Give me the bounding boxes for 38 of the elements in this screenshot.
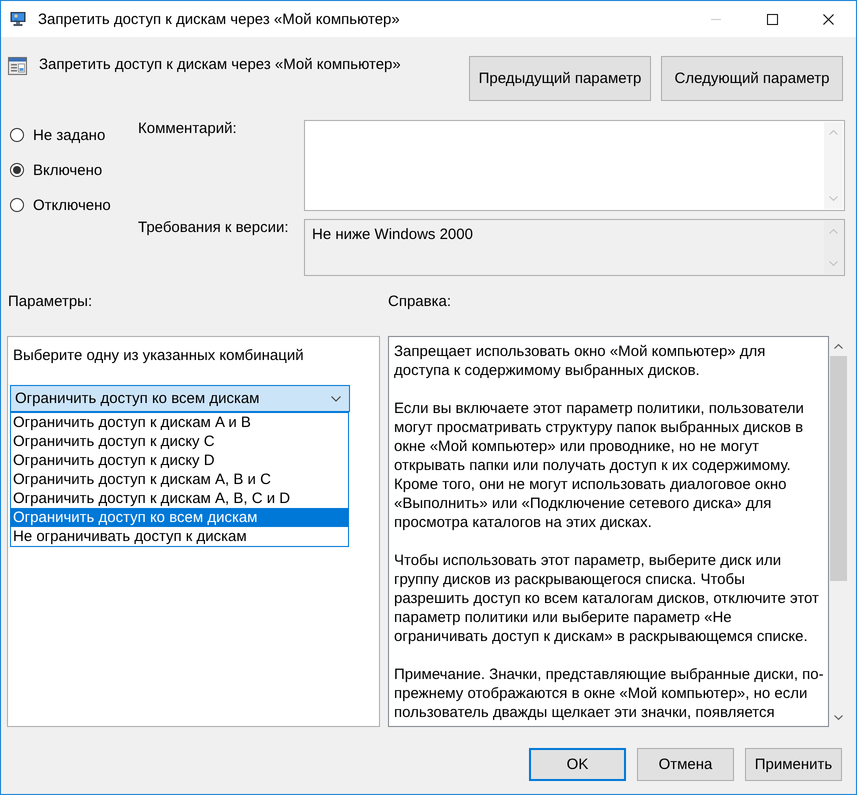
- chevron-up-icon[interactable]: [834, 344, 843, 348]
- dialog-button[interactable]: OK: [529, 748, 626, 781]
- chevron-down-icon[interactable]: [331, 396, 341, 402]
- dialog-button[interactable]: Отмена: [637, 748, 734, 781]
- radio-button[interactable]: [10, 128, 24, 142]
- help-paragraph: Запрещает использовать окно «Мой компьютер» для доступа к содержимому выбранных дисков.: [394, 342, 766, 380]
- window-title: Запретить доступ к дискам через «Мой компьютер»: [38, 10, 400, 28]
- version-label: Требования к версии:: [138, 219, 289, 236]
- chevron-down-icon[interactable]: [834, 714, 843, 720]
- dropdown-option[interactable]: Ограничить доступ к дискам A, B, C и D: [11, 489, 348, 508]
- window-icon: [8, 56, 27, 76]
- setting-name: Запретить доступ к дискам через «Мой компьютер»: [39, 56, 401, 73]
- dropdown-option[interactable]: Не ограничивать доступ к дискам: [11, 527, 348, 546]
- section-heading: Справка:: [388, 293, 452, 310]
- scrollbar-thumb[interactable]: [830, 356, 847, 581]
- radio-label[interactable]: Включено: [33, 162, 102, 178]
- close-icon[interactable]: [822, 14, 834, 24]
- dropdown-option[interactable]: Ограничить доступ к дискам A, B и C: [11, 470, 348, 489]
- options-prompt: Выберите одну из указанных комбинаций: [12, 347, 304, 366]
- nav-button[interactable]: Предыдущий параметр: [469, 56, 651, 101]
- dropdown-option[interactable]: Ограничить доступ к диску C: [11, 432, 348, 451]
- comment-label: Комментарий:: [138, 120, 237, 137]
- help-paragraph: Примечание. Значки, представляющие выбранные диски, по-прежнему отображаются в окне «Мой компьютер», но если пользователь дважды щелкает эти значки, появляется: [394, 665, 824, 722]
- radio-button[interactable]: [10, 163, 24, 177]
- radio-label[interactable]: Не задано: [33, 126, 106, 144]
- radio-label[interactable]: Отключено: [33, 196, 111, 214]
- nav-button[interactable]: Следующий параметр: [661, 56, 843, 101]
- maximize-icon[interactable]: [766, 14, 778, 24]
- dropdown-option[interactable]: Ограничить доступ ко всем дискам: [11, 508, 348, 527]
- radio-button[interactable]: [10, 198, 24, 212]
- dropdown-option[interactable]: Ограничить доступ к диску D: [11, 451, 348, 470]
- section-heading: Параметры:: [8, 293, 92, 310]
- help-paragraph: Чтобы использовать этот параметр, выберите диск или группу дисков из раскрывающегося списка. Чтобы разрешить доступ ко всем каталогам дисков, отключите этот параметр политики или выберите параметр «Не ограничивать доступ к дискам» в раскрывающемся списке.: [394, 551, 820, 646]
- help-paragraph: Если вы включаете этот параметр политики, пользователи могут просматривать структуру папок выбранных дисков в окне «Мой компьютер» или проводнике, но не могут открывать папки или получать доступ к их содержимому. Кроме того, они не могут использовать диалоговое окно «Выполнить» или «Подключение сетевого диска» для просмотра каталогов на этих дисках.: [394, 399, 805, 532]
- dropdown-field[interactable]: Ограничить доступ ко всем дискам: [10, 385, 350, 412]
- dropdown-option[interactable]: Ограничить доступ к дискам A и B: [11, 413, 348, 432]
- monitor-icon: [10, 11, 26, 27]
- dialog-button[interactable]: Применить: [745, 748, 842, 781]
